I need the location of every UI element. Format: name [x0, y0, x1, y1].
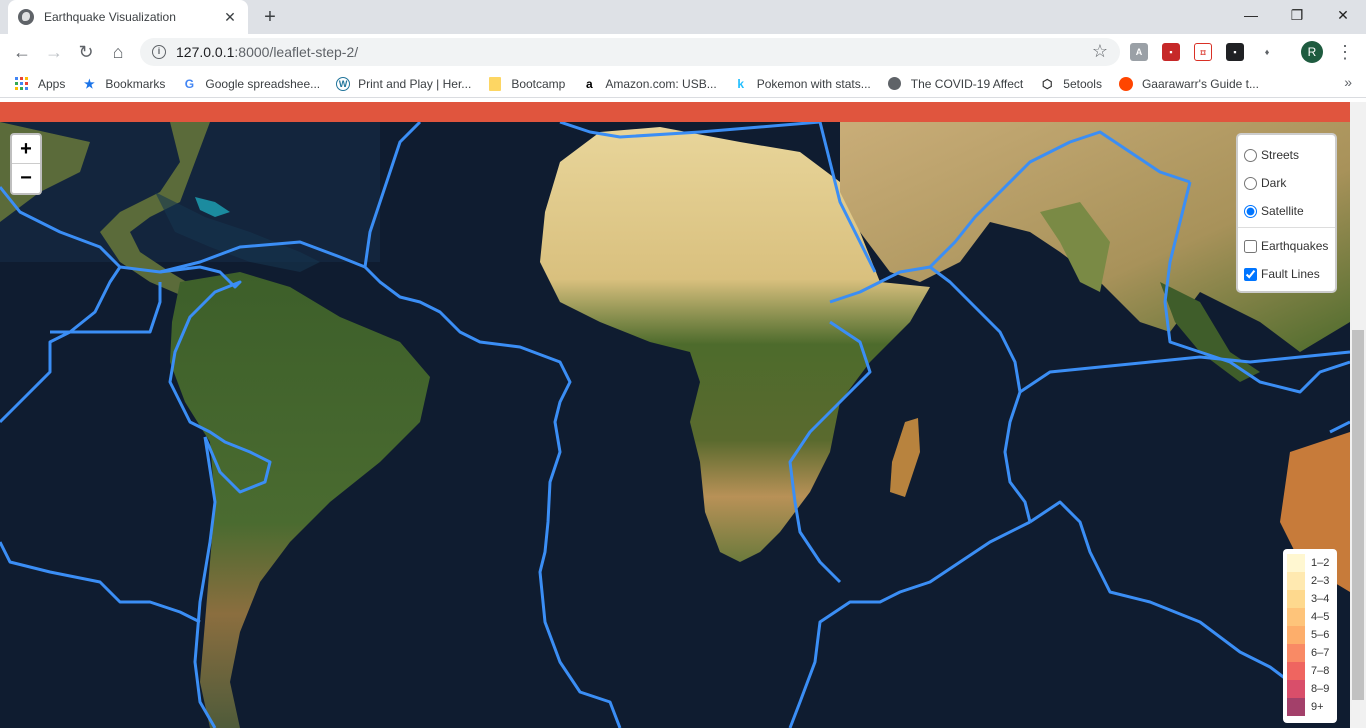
legend-label: 6–7	[1311, 647, 1330, 659]
legend-label: 1–2	[1311, 557, 1330, 569]
bookmark-gaarawarr[interactable]: Gaarawarr's Guide t...	[1118, 76, 1259, 92]
legend-swatch	[1287, 644, 1305, 662]
bookmarks-bar: Apps ★ Bookmarks G Google spreadshee... WP…	[0, 70, 1366, 98]
legend-row: 9+	[1287, 698, 1333, 716]
more-bookmarks-chevron-icon[interactable]: »	[1344, 74, 1352, 90]
base-layer-streets[interactable]: Streets	[1242, 141, 1331, 169]
apps-grid-icon	[14, 76, 30, 92]
bookmark-star-icon[interactable]: ☆	[1092, 41, 1108, 62]
satellite-radio[interactable]	[1244, 204, 1257, 218]
satellite-basemap	[0, 122, 1350, 728]
zoom-out-button[interactable]: −	[12, 164, 40, 193]
dark-radio[interactable]	[1244, 176, 1257, 190]
url-text: 127.0.0.1:8000/leaflet-step-2/	[176, 44, 359, 60]
legend-label: 4–5	[1311, 611, 1330, 623]
fault-lines-checkbox[interactable]	[1244, 267, 1257, 281]
tab-title: Earthquake Visualization	[44, 10, 176, 24]
minimize-button[interactable]: —	[1228, 0, 1274, 32]
dice-icon: ⬡	[1042, 76, 1053, 91]
legend-swatch	[1287, 698, 1305, 716]
amazon-icon: a	[586, 76, 593, 91]
legend-row: 6–7	[1287, 644, 1333, 662]
restore-button[interactable]: ❐	[1274, 0, 1320, 32]
legend-swatch	[1287, 608, 1305, 626]
tab-close-button[interactable]: ✕	[222, 9, 238, 26]
legend-swatch	[1287, 554, 1305, 572]
legend-swatch	[1287, 590, 1305, 608]
legend-label: 3–4	[1311, 593, 1330, 605]
bookmark-apps[interactable]: Apps	[14, 76, 65, 92]
globe-icon	[887, 76, 903, 92]
overlay-earthquakes[interactable]: Earthquakes	[1242, 232, 1331, 260]
kaggle-icon: k	[737, 76, 745, 91]
page-content: + − Streets Dark Satellite Earthquakes F…	[0, 102, 1350, 728]
reload-button[interactable]: ↻	[74, 40, 98, 64]
extension-icon[interactable]: ▪	[1226, 43, 1244, 61]
legend-row: 4–5	[1287, 608, 1333, 626]
new-tab-button[interactable]: +	[258, 5, 282, 29]
browser-tab[interactable]: Earthquake Visualization ✕	[8, 0, 248, 34]
forward-button[interactable]: →	[42, 40, 66, 64]
legend-swatch	[1287, 680, 1305, 698]
bookmark-5etools[interactable]: ⬡ 5etools	[1039, 76, 1102, 92]
overlay-fault-lines[interactable]: Fault Lines	[1242, 260, 1331, 288]
magnitude-legend: 1–2 2–3 3–4 4–5 5–6 6–7 7–8 8–9 9+	[1283, 549, 1337, 723]
earthquakes-checkbox[interactable]	[1244, 239, 1257, 253]
pdf-extension-icon[interactable]: ⌑	[1194, 43, 1212, 61]
bookmark-bootcamp[interactable]: Bootcamp	[487, 76, 565, 92]
bookmark-covid[interactable]: The COVID-19 Affect	[887, 76, 1023, 92]
site-info-icon[interactable]: i	[152, 45, 166, 59]
layer-control: Streets Dark Satellite Earthquakes Fault…	[1236, 133, 1337, 293]
legend-row: 5–6	[1287, 626, 1333, 644]
header-banner	[0, 102, 1350, 122]
bookmark-pokemon[interactable]: k Pokemon with stats...	[733, 76, 870, 92]
wordpress-icon: W	[336, 76, 351, 91]
layer-separator	[1238, 227, 1335, 228]
extension-icon[interactable]: ▪	[1162, 43, 1180, 61]
leaflet-map[interactable]: + − Streets Dark Satellite Earthquakes F…	[0, 122, 1350, 728]
tab-strip: Earthquake Visualization ✕ + — ❐ ✕	[0, 0, 1366, 34]
legend-label: 9+	[1311, 701, 1324, 713]
base-layer-satellite[interactable]: Satellite	[1242, 197, 1331, 225]
profile-avatar[interactable]: R	[1301, 41, 1323, 63]
page-scrollbar[interactable]	[1350, 102, 1366, 728]
legend-label: 7–8	[1311, 665, 1330, 677]
folder-icon	[487, 76, 503, 92]
legend-row: 3–4	[1287, 590, 1333, 608]
legend-row: 2–3	[1287, 572, 1333, 590]
streets-radio[interactable]	[1244, 148, 1257, 162]
close-window-button[interactable]: ✕	[1320, 0, 1366, 32]
home-button[interactable]: ⌂	[106, 40, 130, 64]
google-icon: G	[184, 76, 195, 91]
legend-swatch	[1287, 626, 1305, 644]
bookmark-print-and-play[interactable]: W Print and Play | Her...	[336, 76, 471, 91]
legend-label: 8–9	[1311, 683, 1330, 695]
reddit-icon	[1118, 76, 1134, 92]
bookmark-amazon[interactable]: a Amazon.com: USB...	[581, 76, 717, 92]
extension-icon[interactable]: ♦	[1258, 43, 1276, 61]
browser-toolbar: ← → ↻ ⌂ i 127.0.0.1:8000/leaflet-step-2/…	[0, 34, 1366, 70]
back-button[interactable]: ←	[10, 40, 34, 64]
extension-icon[interactable]: A	[1130, 43, 1148, 61]
legend-row: 1–2	[1287, 554, 1333, 572]
bookmark-google-sheets[interactable]: G Google spreadshee...	[181, 76, 320, 92]
base-layer-dark[interactable]: Dark	[1242, 169, 1331, 197]
star-icon: ★	[83, 76, 95, 91]
legend-label: 2–3	[1311, 575, 1330, 587]
legend-row: 7–8	[1287, 662, 1333, 680]
address-bar[interactable]: i 127.0.0.1:8000/leaflet-step-2/ ☆	[140, 38, 1120, 66]
zoom-in-button[interactable]: +	[12, 135, 40, 164]
legend-label: 5–6	[1311, 629, 1330, 641]
legend-row: 8–9	[1287, 680, 1333, 698]
globe-favicon-icon	[18, 9, 34, 25]
menu-kebab-icon[interactable]: ⋮	[1336, 40, 1354, 64]
legend-swatch	[1287, 572, 1305, 590]
scrollbar-thumb[interactable]	[1352, 330, 1364, 700]
zoom-control: + −	[10, 133, 42, 195]
bookmark-bookmarks[interactable]: ★ Bookmarks	[81, 76, 165, 92]
legend-swatch	[1287, 662, 1305, 680]
